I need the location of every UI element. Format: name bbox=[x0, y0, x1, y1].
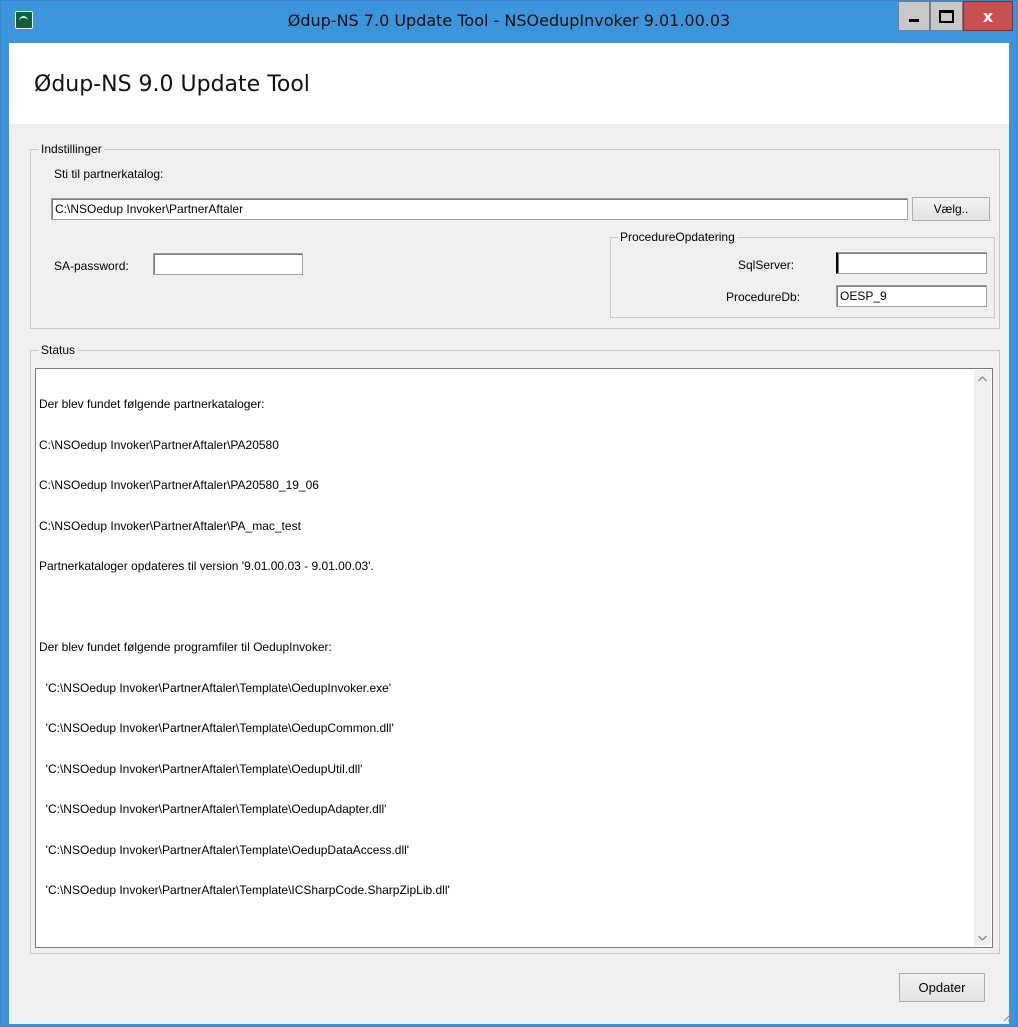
window-title: Ødup-NS 7.0 Update Tool - NSOedupInvoker… bbox=[287, 11, 731, 30]
status-line: Der blev fundet følgende programfiler ti… bbox=[39, 640, 332, 654]
path-label: Sti til partnerkatalog: bbox=[54, 167, 164, 181]
sa-password-label: SA-password: bbox=[54, 259, 129, 273]
procedure-update-legend: ProcedureOpdatering bbox=[618, 230, 737, 244]
status-line: 'C:\NSOedup Invoker\PartnerAftaler\Templ… bbox=[39, 761, 363, 776]
status-line: Der blev fundet følgende partnerkataloge… bbox=[39, 397, 265, 411]
maximize-button[interactable] bbox=[930, 1, 963, 31]
status-line: C:\NSOedup Invoker\PartnerAftaler\PA2058… bbox=[39, 478, 319, 492]
resize-grip-icon[interactable] bbox=[1001, 1010, 1013, 1022]
choose-folder-button[interactable]: Vælg.. bbox=[912, 197, 990, 221]
status-line: 'C:\NSOedup Invoker\PartnerAftaler\Templ… bbox=[39, 721, 394, 735]
status-textarea[interactable]: Der blev fundet følgende partnerkataloge… bbox=[35, 368, 993, 948]
header-panel: Ødup-NS 9.0 Update Tool bbox=[9, 43, 1009, 124]
status-line: 'C:\NSOedup Invoker\PartnerAftaler\Templ… bbox=[39, 842, 410, 857]
sqlserver-label: SqlServer: bbox=[738, 258, 795, 272]
page-title: Ødup-NS 9.0 Update Tool bbox=[34, 72, 310, 97]
status-line: 'C:\NSOedup Invoker\PartnerAftaler\Templ… bbox=[39, 883, 450, 897]
minimize-icon bbox=[909, 18, 919, 22]
status-log-text: Der blev fundet følgende partnerkataloge… bbox=[39, 371, 969, 925]
status-line: C:\NSOedup Invoker\PartnerAftaler\PA_mac… bbox=[39, 518, 301, 533]
vertical-scrollbar[interactable] bbox=[974, 370, 991, 946]
proceduredb-label: ProcedureDb: bbox=[726, 290, 801, 304]
status-legend: Status bbox=[39, 343, 78, 357]
scroll-up-arrow-icon[interactable] bbox=[974, 370, 991, 387]
status-log[interactable]: Der blev fundet følgende partnerkataloge… bbox=[35, 368, 993, 948]
status-line: 'C:\NSOedup Invoker\PartnerAftaler\Templ… bbox=[39, 680, 392, 695]
close-button[interactable]: x bbox=[963, 1, 1013, 31]
sqlserver-input[interactable] bbox=[836, 252, 987, 274]
proceduredb-input[interactable]: OESP_9 bbox=[836, 285, 987, 307]
partner-path-input[interactable]: C:\NSOedup Invoker\PartnerAftaler bbox=[51, 198, 908, 220]
settings-legend: Indstillinger bbox=[39, 142, 104, 156]
status-line: Partnerkataloger opdateres til version '… bbox=[39, 559, 374, 573]
update-button[interactable]: Opdater bbox=[899, 973, 985, 1002]
title-bar[interactable]: Ødup-NS 7.0 Update Tool - NSOedupInvoker… bbox=[1, 1, 1017, 43]
scroll-down-arrow-icon[interactable] bbox=[974, 929, 991, 946]
sa-password-input[interactable] bbox=[153, 253, 303, 275]
status-line bbox=[39, 601, 969, 615]
close-icon: x bbox=[982, 6, 994, 26]
status-line: 'C:\NSOedup Invoker\PartnerAftaler\Templ… bbox=[39, 802, 387, 816]
minimize-button[interactable] bbox=[898, 1, 930, 31]
application-window: Ødup-NS 7.0 Update Tool - NSOedupInvoker… bbox=[0, 0, 1018, 1027]
maximize-icon bbox=[939, 9, 954, 23]
status-line: C:\NSOedup Invoker\PartnerAftaler\PA2058… bbox=[39, 437, 279, 452]
